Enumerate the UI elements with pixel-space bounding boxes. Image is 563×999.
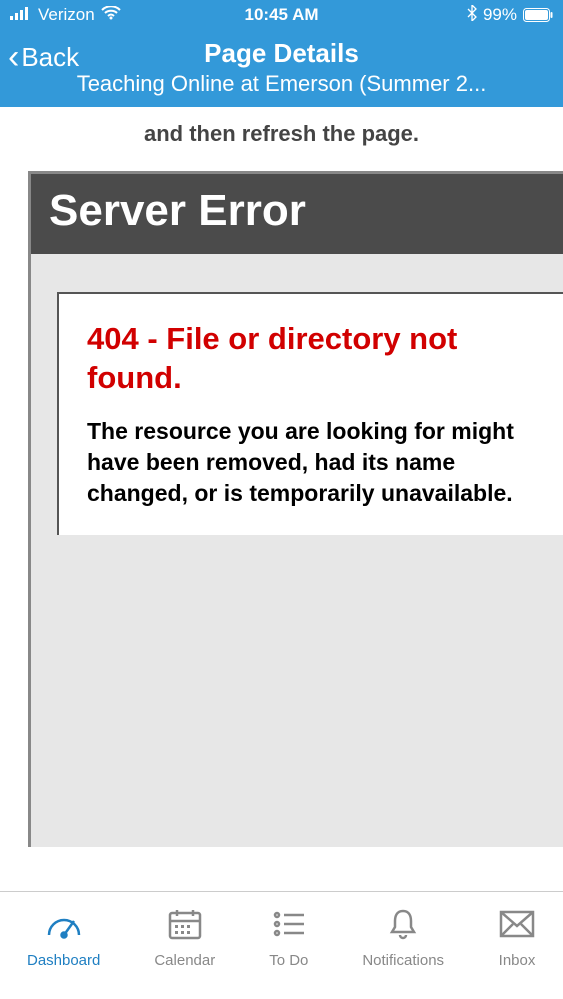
page-title: Page Details bbox=[10, 38, 553, 69]
dashboard-icon bbox=[45, 906, 83, 942]
chevron-left-icon: ‹ bbox=[8, 40, 19, 74]
wifi-icon bbox=[101, 5, 121, 25]
tab-notifications[interactable]: Notifications bbox=[362, 906, 444, 969]
error-box: 404 - File or directory not found. The r… bbox=[57, 292, 563, 535]
status-right: 99% bbox=[467, 5, 553, 26]
bell-icon bbox=[384, 906, 422, 942]
inbox-icon bbox=[498, 906, 536, 942]
todo-icon bbox=[270, 906, 308, 942]
status-left: Verizon bbox=[10, 5, 121, 25]
tab-label: To Do bbox=[269, 952, 308, 969]
battery-percent: 99% bbox=[483, 5, 517, 25]
calendar-icon bbox=[166, 906, 204, 942]
tab-label: Dashboard bbox=[27, 952, 100, 969]
signal-icon bbox=[10, 5, 32, 25]
tab-label: Notifications bbox=[362, 952, 444, 969]
tab-label: Inbox bbox=[499, 952, 536, 969]
tab-todo[interactable]: To Do bbox=[269, 906, 308, 969]
content-area[interactable]: and then refresh the page. Server Error … bbox=[0, 107, 563, 847]
tab-bar: Dashboard Calendar To Do Notifications I… bbox=[0, 891, 563, 999]
server-error-title: Server Error bbox=[31, 174, 563, 254]
refresh-instruction: and then refresh the page. bbox=[0, 107, 563, 171]
nav-header: ‹ Back Page Details Teaching Online at E… bbox=[0, 30, 563, 107]
back-label: Back bbox=[21, 42, 79, 73]
error-description: The resource you are looking for might h… bbox=[87, 416, 553, 509]
tab-calendar[interactable]: Calendar bbox=[154, 906, 215, 969]
status-bar: Verizon 10:45 AM 99% bbox=[0, 0, 563, 30]
status-time: 10:45 AM bbox=[244, 5, 318, 25]
page-subtitle: Teaching Online at Emerson (Summer 2... bbox=[10, 71, 553, 97]
tab-inbox[interactable]: Inbox bbox=[498, 906, 536, 969]
back-button[interactable]: ‹ Back bbox=[8, 40, 79, 74]
error-panel: Server Error 404 - File or directory not… bbox=[28, 171, 563, 847]
tab-label: Calendar bbox=[154, 952, 215, 969]
bluetooth-icon bbox=[467, 5, 477, 26]
carrier-label: Verizon bbox=[38, 5, 95, 25]
battery-icon bbox=[523, 8, 553, 22]
error-code-heading: 404 - File or directory not found. bbox=[87, 320, 553, 398]
tab-dashboard[interactable]: Dashboard bbox=[27, 906, 100, 969]
